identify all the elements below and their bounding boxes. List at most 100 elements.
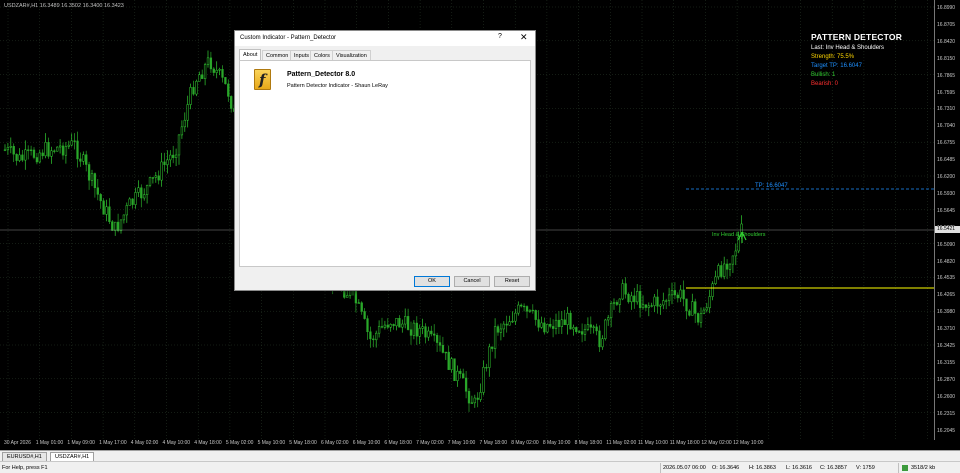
candle-body xyxy=(79,158,82,162)
candle-body xyxy=(105,206,108,215)
candle-body xyxy=(134,192,137,205)
candle-body xyxy=(50,150,53,157)
candle-body xyxy=(41,152,44,157)
candle-body xyxy=(444,351,447,354)
candle-body xyxy=(27,149,30,151)
candle-body xyxy=(525,306,529,312)
dialog-titlebar[interactable]: Custom Indicator - Pattern_Detector ? ✕ xyxy=(235,31,535,46)
price-tick-label: 16.5645 xyxy=(937,207,956,214)
indicator-name: Pattern_Detector 8.0 xyxy=(287,71,356,78)
time-tick-label: 5 May 18:00 xyxy=(289,440,317,446)
price-tick-label: 16.7595 xyxy=(937,89,956,96)
cancel-button[interactable]: Cancel xyxy=(454,276,490,287)
status-volume: V: 1759 xyxy=(856,465,875,471)
candle-body xyxy=(192,87,195,95)
candle-body xyxy=(583,329,587,335)
candle-body xyxy=(723,263,726,277)
candle-body xyxy=(383,324,387,328)
pattern-bullish-count: Bullish: 1 xyxy=(811,72,836,78)
ok-button[interactable]: OK xyxy=(414,276,450,287)
candle-body xyxy=(32,149,36,158)
candle-body xyxy=(685,298,688,312)
candle-body xyxy=(537,319,540,328)
candle-body xyxy=(731,255,735,265)
time-tick-label: 1 May 17:00 xyxy=(99,440,127,446)
candle-body xyxy=(725,263,729,270)
candle-body xyxy=(116,221,120,232)
candle-body xyxy=(427,330,430,338)
reset-button[interactable]: Reset xyxy=(494,276,530,287)
candle-body xyxy=(421,326,424,329)
candle-body xyxy=(99,194,102,202)
candle-body xyxy=(415,322,418,337)
candle-body xyxy=(453,358,456,381)
candle-body xyxy=(549,323,552,327)
candle-body xyxy=(615,302,619,305)
candle-body xyxy=(82,154,85,162)
candle-body xyxy=(377,326,381,334)
candle-body xyxy=(464,377,468,392)
price-axis[interactable]: 16.8990 16.8705 16.8420 16.8150 16.7865 16.75… xyxy=(934,0,960,440)
candle-body xyxy=(435,335,439,343)
candle-body xyxy=(670,290,674,296)
candle-body xyxy=(198,74,201,82)
candle-body xyxy=(734,250,737,257)
candle-body xyxy=(543,322,546,333)
candle-body xyxy=(140,187,143,199)
candle-body xyxy=(473,397,476,404)
candle-body xyxy=(44,142,47,157)
help-button[interactable]: ? xyxy=(498,33,502,40)
symbol-label: USDZAR#,H1 16.3489 16.3502 16.3400 16.34… xyxy=(4,3,124,9)
candle-body xyxy=(189,87,192,105)
status-datetime: 2026.05.07 06:00 xyxy=(663,465,706,471)
price-tick-label: 16.2600 xyxy=(937,393,956,400)
candle-body xyxy=(9,146,12,148)
time-tick-label: 11 May 10:00 xyxy=(638,440,668,446)
candle-body xyxy=(578,331,581,333)
price-tick-label: 16.8150 xyxy=(937,55,956,62)
candle-body xyxy=(638,291,642,309)
connection-icon xyxy=(902,465,908,471)
close-icon[interactable]: ✕ xyxy=(520,32,528,43)
time-axis[interactable]: 30 Apr 2026 1 May 01:00 1 May 09:00 1 May 1… xyxy=(0,438,934,450)
pattern-panel-title: PATTERN DETECTOR xyxy=(811,32,903,42)
candle-body xyxy=(575,327,578,332)
candle-body xyxy=(624,283,627,295)
candle-body xyxy=(673,290,677,296)
pattern-detector-panel: PATTERN DETECTOR Last: Inv Head & Should… xyxy=(811,32,931,87)
candle-body xyxy=(702,309,706,314)
candle-body xyxy=(366,318,369,333)
time-tick-label: 8 May 02:00 xyxy=(511,440,539,446)
candle-body xyxy=(711,283,714,297)
candle-body xyxy=(511,320,514,323)
candle-body xyxy=(438,342,442,346)
candle-body xyxy=(96,187,99,195)
candle-body xyxy=(470,402,474,404)
price-tick-label: 16.5930 xyxy=(937,190,956,197)
time-tick-label: 6 May 10:00 xyxy=(352,440,381,446)
status-traffic: 3518/2 kb xyxy=(911,465,936,471)
candle-body xyxy=(56,146,59,152)
candle-body xyxy=(572,327,575,330)
candle-body xyxy=(360,302,363,312)
candle-body xyxy=(18,154,21,161)
time-tick-label: 4 May 10:00 xyxy=(162,440,191,446)
candle-body xyxy=(505,323,508,326)
candle-body xyxy=(696,313,700,323)
candle-body xyxy=(551,326,555,329)
custom-indicator-dialog: Custom Indicator - Pattern_Detector ? ✕ … xyxy=(234,30,536,291)
candle-body xyxy=(679,289,682,299)
candle-body xyxy=(24,149,27,161)
time-tick-label: 8 May 10:00 xyxy=(542,440,571,446)
candle-body xyxy=(491,346,494,349)
candle-body xyxy=(154,175,157,178)
candle-body xyxy=(145,185,149,195)
candle-body xyxy=(148,177,152,186)
status-bar: For Help, press F1 2026.05.07 06:00 O: 1… xyxy=(0,461,960,473)
pattern-target-tp: Target TP: 16.6047 xyxy=(811,63,862,69)
time-tick-label: 6 May 18:00 xyxy=(384,440,412,446)
time-tick-label: 4 May 18:00 xyxy=(194,440,222,446)
candle-body xyxy=(401,323,404,328)
time-tick-label: 7 May 18:00 xyxy=(479,440,508,446)
candle-body xyxy=(424,326,427,338)
